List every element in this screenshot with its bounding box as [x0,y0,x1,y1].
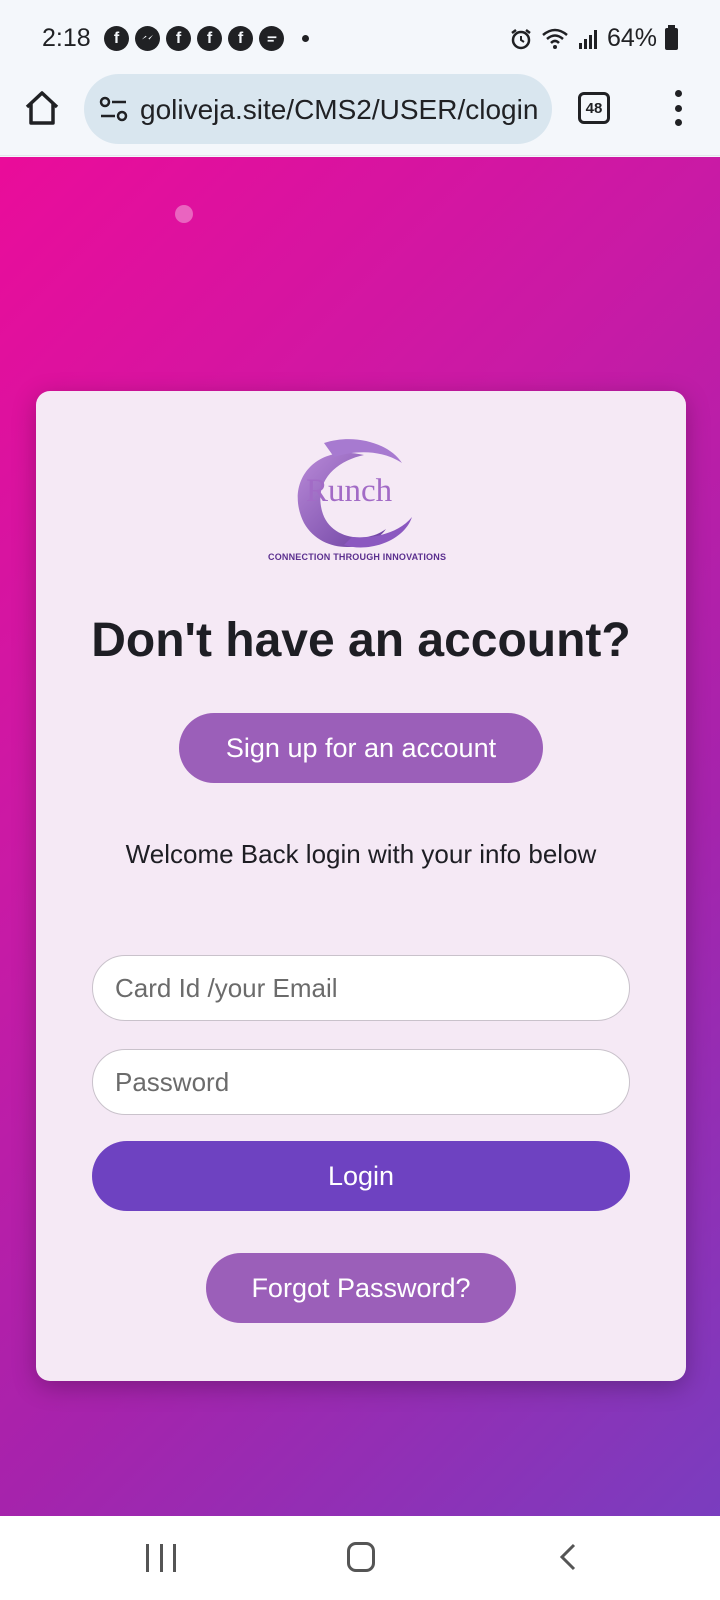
url-text: goliveja.site/CMS2/USER/clogin [140,94,539,125]
facebook-icon: f [166,26,191,51]
battery-icon [665,24,678,50]
status-time: 2:18 [42,24,91,52]
facebook-icon: f [197,26,222,51]
notification-icons: f f f f [104,26,309,51]
nav-home-button[interactable] [347,1542,375,1572]
battery-percentage: 64% [606,24,657,52]
back-icon[interactable] [556,1542,580,1572]
browser-toolbar: goliveja.site/CMS2/USER/clogin 48 [0,64,720,156]
status-right: 64% [509,24,678,53]
login-card: Runch CONNECTION THROUGH INNOVATIONS Don… [36,391,686,1381]
chat-icon [259,26,284,51]
decorative-particle [175,205,193,223]
login-button[interactable]: Login [92,1141,630,1211]
page-background: Runch CONNECTION THROUGH INNOVATIONS Don… [0,157,720,1516]
address-bar[interactable]: goliveja.site/CMS2/USER/clogin [84,74,552,144]
alarm-icon [511,28,531,49]
email-field[interactable] [92,955,630,1021]
site-settings-icon[interactable] [98,94,130,124]
facebook-icon: f [228,26,253,51]
welcome-text: Welcome Back login with your info below [125,839,597,869]
logo-wordmark: Runch [306,473,393,509]
more-notifications-dot [302,35,309,42]
wifi-icon [542,28,568,49]
facebook-icon: f [104,26,129,51]
system-nav-bar [0,1516,720,1600]
recents-button[interactable] [146,1544,176,1572]
signal-icon [578,29,597,49]
signup-button[interactable]: Sign up for an account [179,713,543,783]
messenger-icon [135,26,160,51]
forgot-password-button[interactable]: Forgot Password? [206,1253,516,1323]
tab-switcher-button[interactable]: 48 [578,92,610,124]
browser-menu-button[interactable] [670,90,686,126]
logo: Runch CONNECTION THROUGH INNOVATIONS [268,433,474,573]
home-icon[interactable] [22,88,62,128]
page-title: Don't have an account? [91,614,631,667]
logo-tagline: CONNECTION THROUGH INNOVATIONS [268,552,447,562]
password-field[interactable] [92,1049,630,1115]
